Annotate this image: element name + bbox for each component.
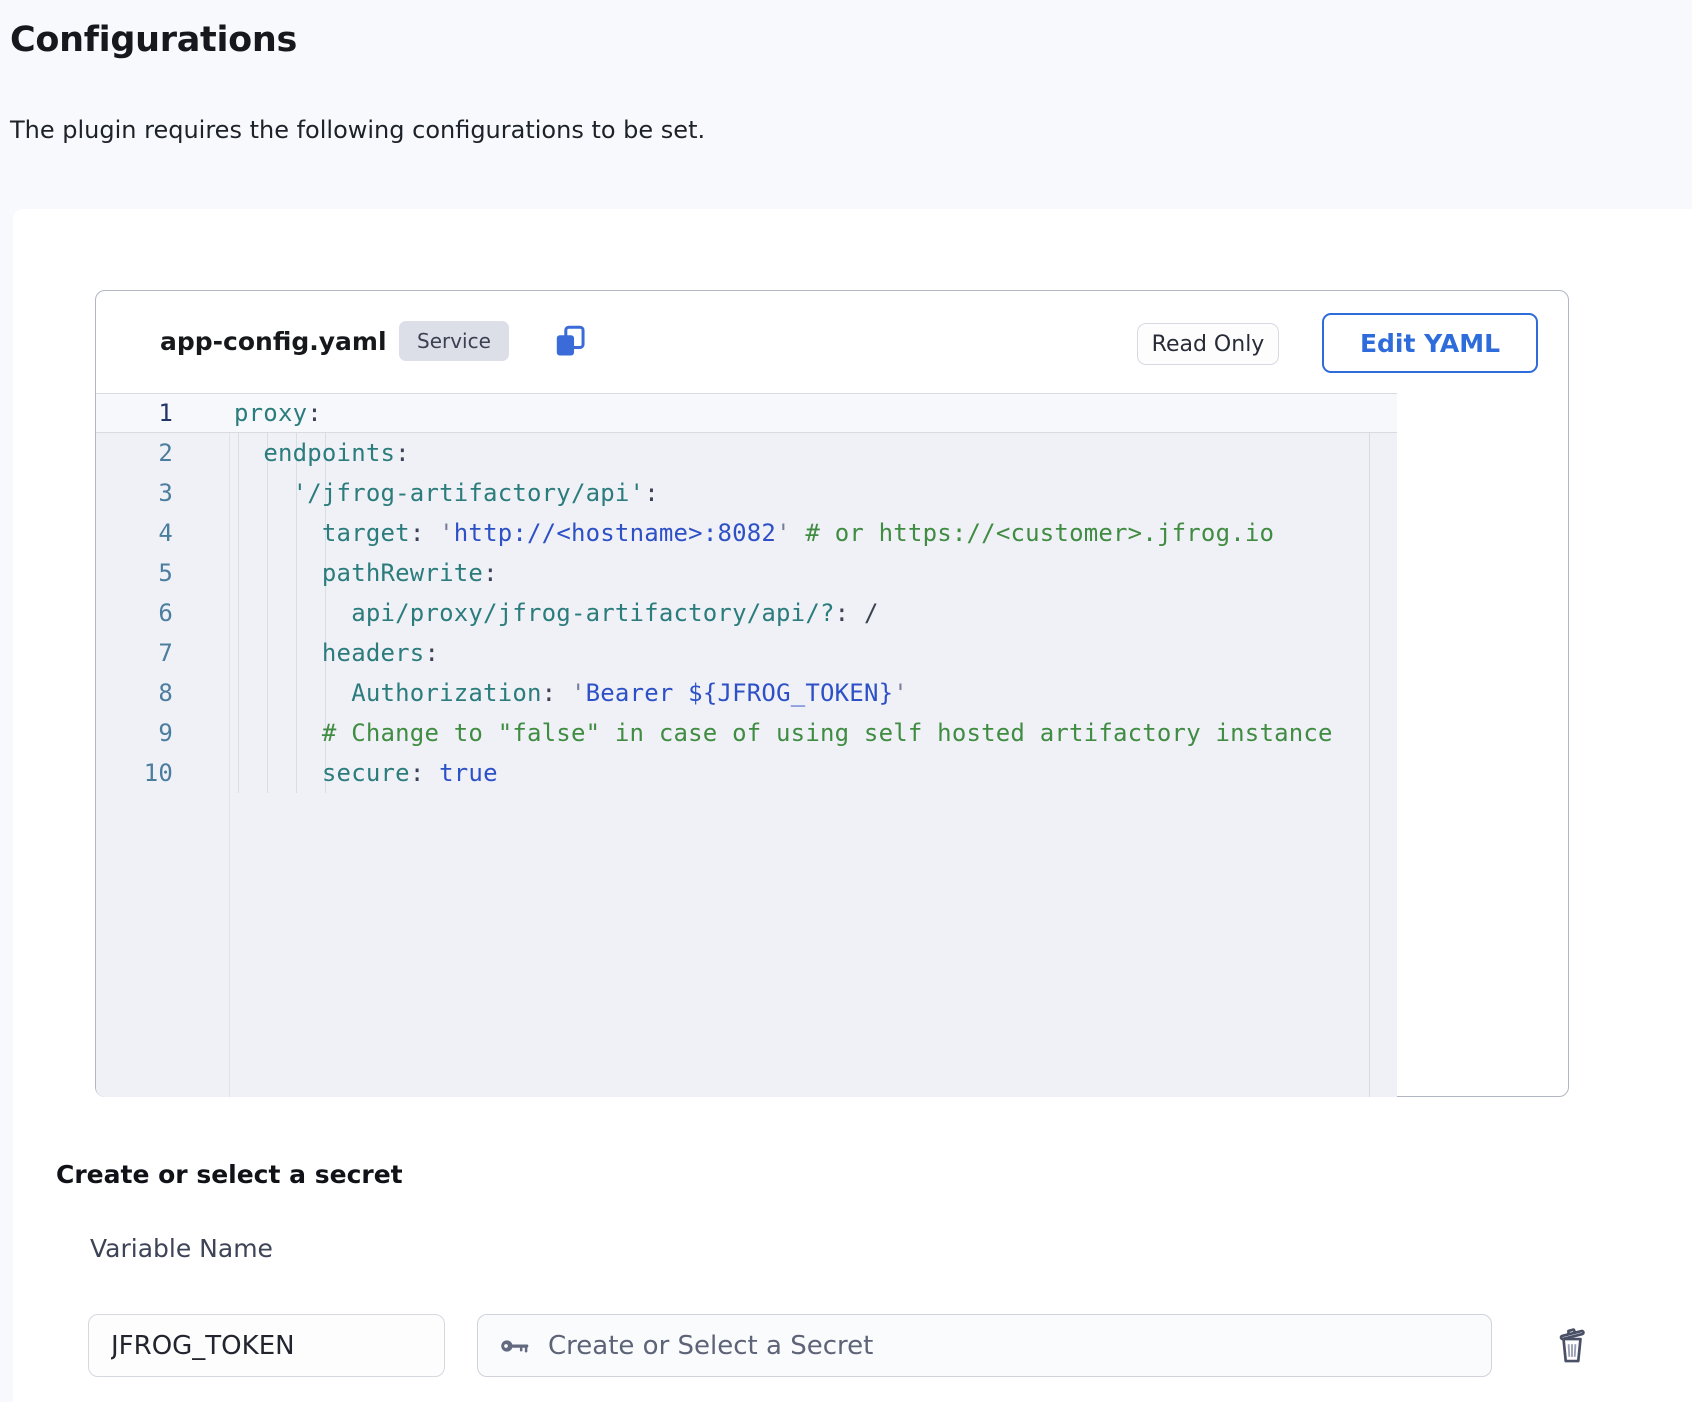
page-subtitle: The plugin requires the following config… <box>10 116 705 144</box>
code-lines: 1proxy:2 endpoints:3 '/jfrog-artifactory… <box>96 393 1397 793</box>
line-number: 9 <box>96 713 229 753</box>
line-content: headers: <box>234 633 439 673</box>
line-content: target: 'http://<hostname>:8082' # or ht… <box>234 513 1274 553</box>
variable-name-input[interactable] <box>88 1314 445 1377</box>
line-content: api/proxy/jfrog-artifactory/api/?: / <box>234 593 879 633</box>
yaml-editor-card: app-config.yaml Service Read Only Edit Y… <box>95 290 1569 1097</box>
code-editor[interactable]: 1proxy:2 endpoints:3 '/jfrog-artifactory… <box>96 393 1397 1097</box>
code-line-4[interactable]: 4 target: 'http://<hostname>:8082' # or … <box>96 513 1397 553</box>
variable-name-label: Variable Name <box>90 1234 273 1263</box>
code-line-9[interactable]: 9 # Change to "false" in case of using s… <box>96 713 1397 753</box>
line-number: 6 <box>96 593 229 633</box>
line-content: # Change to "false" in case of using sel… <box>234 713 1333 753</box>
line-content: secure: true <box>234 753 498 793</box>
content-panel: app-config.yaml Service Read Only Edit Y… <box>13 209 1692 1402</box>
line-number: 2 <box>96 433 229 473</box>
line-content: proxy: <box>234 394 322 432</box>
code-line-2[interactable]: 2 endpoints: <box>96 433 1397 473</box>
code-line-6[interactable]: 6 api/proxy/jfrog-artifactory/api/?: / <box>96 593 1397 633</box>
page-title: Configurations <box>10 20 297 60</box>
secret-select-placeholder: Create or Select a Secret <box>548 1331 873 1361</box>
copy-icon[interactable] <box>551 323 589 359</box>
read-only-button[interactable]: Read Only <box>1137 323 1279 365</box>
file-name-title: app-config.yaml <box>160 327 387 356</box>
code-line-3[interactable]: 3 '/jfrog-artifactory/api': <box>96 473 1397 513</box>
line-number: 3 <box>96 473 229 513</box>
line-number: 10 <box>96 753 229 793</box>
secret-section-heading: Create or select a secret <box>56 1160 403 1189</box>
line-number: 4 <box>96 513 229 553</box>
line-number: 8 <box>96 673 229 713</box>
line-content: endpoints: <box>234 433 410 473</box>
edit-yaml-button[interactable]: Edit YAML <box>1322 313 1538 373</box>
code-line-8[interactable]: 8 Authorization: 'Bearer ${JFROG_TOKEN}' <box>96 673 1397 713</box>
secret-select-input[interactable]: Create or Select a Secret <box>477 1314 1492 1377</box>
line-number: 7 <box>96 633 229 673</box>
line-number: 5 <box>96 553 229 593</box>
line-number: 1 <box>96 394 229 432</box>
code-line-10[interactable]: 10 secure: true <box>96 753 1397 793</box>
line-content: pathRewrite: <box>234 553 498 593</box>
line-content: '/jfrog-artifactory/api': <box>234 473 659 513</box>
key-icon <box>500 1333 532 1359</box>
delete-secret-button[interactable] <box>1548 1322 1596 1370</box>
line-content: Authorization: 'Bearer ${JFROG_TOKEN}' <box>234 673 908 713</box>
trash-icon <box>1551 1323 1593 1367</box>
copy-icon-glyph <box>551 323 589 359</box>
code-line-5[interactable]: 5 pathRewrite: <box>96 553 1397 593</box>
code-line-1[interactable]: 1proxy: <box>96 393 1397 433</box>
service-badge: Service <box>399 321 509 361</box>
code-line-7[interactable]: 7 headers: <box>96 633 1397 673</box>
